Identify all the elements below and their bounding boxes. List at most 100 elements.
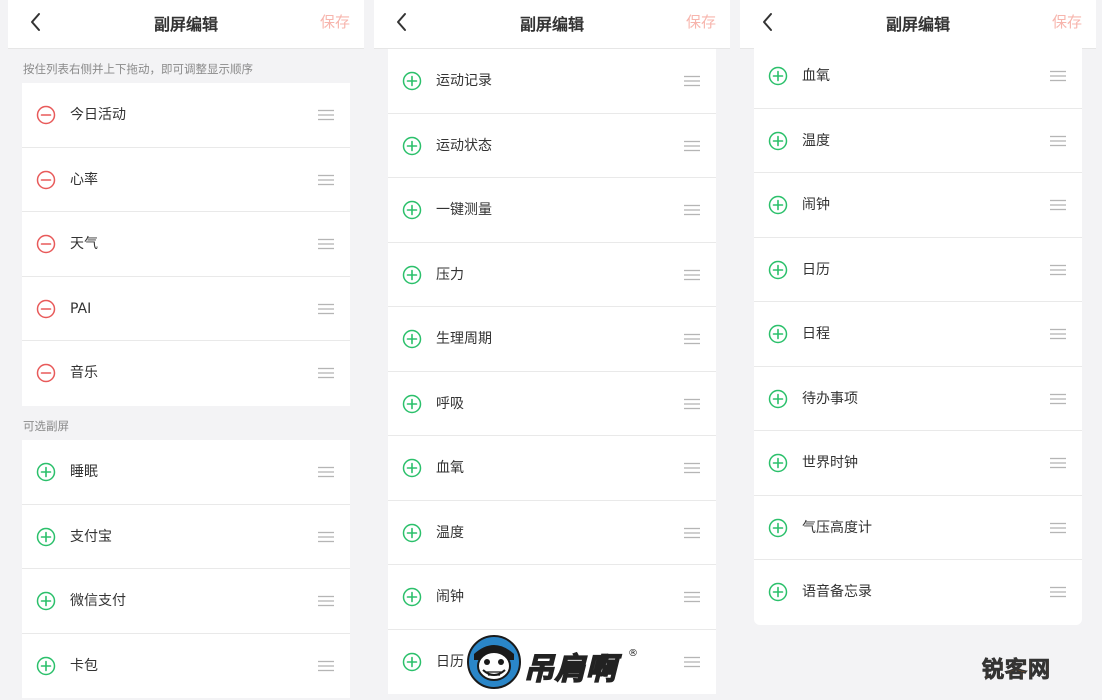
plus-circle-icon[interactable]: [402, 200, 422, 220]
list-item[interactable]: 音乐: [22, 341, 350, 406]
plus-circle-icon[interactable]: [36, 527, 56, 547]
plus-circle-icon[interactable]: [402, 458, 422, 478]
drag-handle-icon[interactable]: [318, 238, 334, 250]
drag-handle-icon[interactable]: [1050, 328, 1066, 340]
drag-handle-icon[interactable]: [684, 269, 700, 281]
list-item[interactable]: 待办事项: [754, 367, 1082, 431]
list-item[interactable]: 天气: [22, 212, 350, 277]
plus-circle-icon[interactable]: [402, 523, 422, 543]
list-item[interactable]: 气压高度计: [754, 496, 1082, 560]
list-item-label: 生理周期: [436, 331, 492, 347]
plus-circle-icon[interactable]: [768, 582, 788, 602]
optional-section-header: 可选副屏: [23, 419, 69, 433]
list-item[interactable]: PAI: [22, 277, 350, 341]
list-item[interactable]: 今日活动: [22, 83, 350, 148]
drag-handle-icon[interactable]: [1050, 70, 1066, 82]
plus-circle-icon[interactable]: [768, 389, 788, 409]
plus-circle-icon[interactable]: [768, 131, 788, 151]
drag-handle-icon[interactable]: [1050, 522, 1066, 534]
plus-circle-icon[interactable]: [768, 324, 788, 344]
list-item[interactable]: 支付宝: [22, 505, 350, 569]
drag-handle-icon[interactable]: [684, 75, 700, 87]
list-item[interactable]: 运动记录: [388, 49, 716, 114]
save-button[interactable]: 保存: [320, 11, 350, 32]
drag-handle-icon[interactable]: [1050, 135, 1066, 147]
list-item-label: 世界时钟: [802, 455, 858, 471]
list-item[interactable]: 闹钟: [754, 173, 1082, 238]
list-item[interactable]: 微信支付: [22, 569, 350, 634]
plus-circle-icon[interactable]: [402, 394, 422, 414]
list-item[interactable]: 温度: [754, 109, 1082, 173]
save-button[interactable]: 保存: [686, 11, 716, 32]
plus-circle-icon[interactable]: [768, 195, 788, 215]
list-item[interactable]: 闹钟: [388, 565, 716, 630]
drag-handle-icon[interactable]: [684, 462, 700, 474]
list-item-label: 日历: [802, 261, 830, 278]
list-item-label: PAI: [70, 300, 92, 317]
list-item[interactable]: 日历: [754, 238, 1082, 302]
plus-circle-icon[interactable]: [402, 136, 422, 156]
list-item[interactable]: 心率: [22, 148, 350, 212]
list-item[interactable]: 日程: [754, 302, 1082, 367]
screen-2: 副屏编辑 保存 运动记录 运动状态 一键测量 压力 生理周期 呼吸 血氧 温度 闹钟 日历: [374, 0, 730, 700]
list-item-label: 睡眠: [70, 464, 98, 480]
drag-handle-icon[interactable]: [318, 174, 334, 186]
nav-header: 副屏编辑 保存: [374, 0, 730, 49]
list-item-label: 一键测量: [436, 202, 492, 218]
drag-handle-icon[interactable]: [318, 531, 334, 543]
list-item[interactable]: 压力: [388, 243, 716, 307]
drag-handle-icon[interactable]: [1050, 393, 1066, 405]
plus-circle-icon[interactable]: [768, 453, 788, 473]
drag-handle-icon[interactable]: [684, 591, 700, 603]
drag-handle-icon[interactable]: [318, 660, 334, 672]
minus-circle-icon[interactable]: [36, 299, 56, 319]
drag-handle-icon[interactable]: [684, 333, 700, 345]
drag-handle-icon[interactable]: [684, 398, 700, 410]
drag-handle-icon[interactable]: [318, 595, 334, 607]
list-item[interactable]: 温度: [388, 501, 716, 565]
list-item[interactable]: 呼吸: [388, 372, 716, 436]
list-item-label: 待办事项: [802, 390, 858, 407]
list-item-label: 血氧: [802, 68, 830, 84]
drag-handle-icon[interactable]: [318, 367, 334, 379]
list-item[interactable]: 睡眠: [22, 440, 350, 505]
plus-circle-icon[interactable]: [36, 656, 56, 676]
list-item[interactable]: 运动状态: [388, 114, 716, 178]
plus-circle-icon[interactable]: [402, 71, 422, 91]
drag-handle-icon[interactable]: [684, 656, 700, 668]
plus-circle-icon[interactable]: [768, 66, 788, 86]
plus-circle-icon[interactable]: [402, 587, 422, 607]
plus-circle-icon[interactable]: [402, 265, 422, 285]
list-item[interactable]: 血氧: [754, 44, 1082, 109]
drag-hint: 按住列表右侧并上下拖动，即可调整显示顺序: [23, 62, 253, 76]
minus-circle-icon[interactable]: [36, 363, 56, 383]
drag-handle-icon[interactable]: [1050, 264, 1066, 276]
drag-handle-icon[interactable]: [684, 140, 700, 152]
list-item[interactable]: 语音备忘录: [754, 560, 1082, 625]
drag-handle-icon[interactable]: [318, 109, 334, 121]
drag-handle-icon[interactable]: [318, 303, 334, 315]
list-item-label: 压力: [436, 266, 464, 283]
list-item[interactable]: 血氧: [388, 436, 716, 501]
save-button[interactable]: 保存: [1052, 11, 1082, 32]
drag-handle-icon[interactable]: [1050, 457, 1066, 469]
drag-handle-icon[interactable]: [1050, 199, 1066, 211]
plus-circle-icon[interactable]: [768, 260, 788, 280]
plus-circle-icon[interactable]: [402, 652, 422, 672]
minus-circle-icon[interactable]: [36, 105, 56, 125]
minus-circle-icon[interactable]: [36, 170, 56, 190]
plus-circle-icon[interactable]: [402, 329, 422, 349]
list-item[interactable]: 一键测量: [388, 178, 716, 243]
drag-handle-icon[interactable]: [684, 527, 700, 539]
drag-handle-icon[interactable]: [318, 466, 334, 478]
list-item[interactable]: 世界时钟: [754, 431, 1082, 496]
drag-handle-icon[interactable]: [684, 204, 700, 216]
plus-circle-icon[interactable]: [36, 462, 56, 482]
nav-header: 副屏编辑 保存: [740, 0, 1096, 49]
list-item[interactable]: 生理周期: [388, 307, 716, 372]
plus-circle-icon[interactable]: [768, 518, 788, 538]
list-item[interactable]: 卡包: [22, 634, 350, 699]
minus-circle-icon[interactable]: [36, 234, 56, 254]
plus-circle-icon[interactable]: [36, 591, 56, 611]
drag-handle-icon[interactable]: [1050, 586, 1066, 598]
